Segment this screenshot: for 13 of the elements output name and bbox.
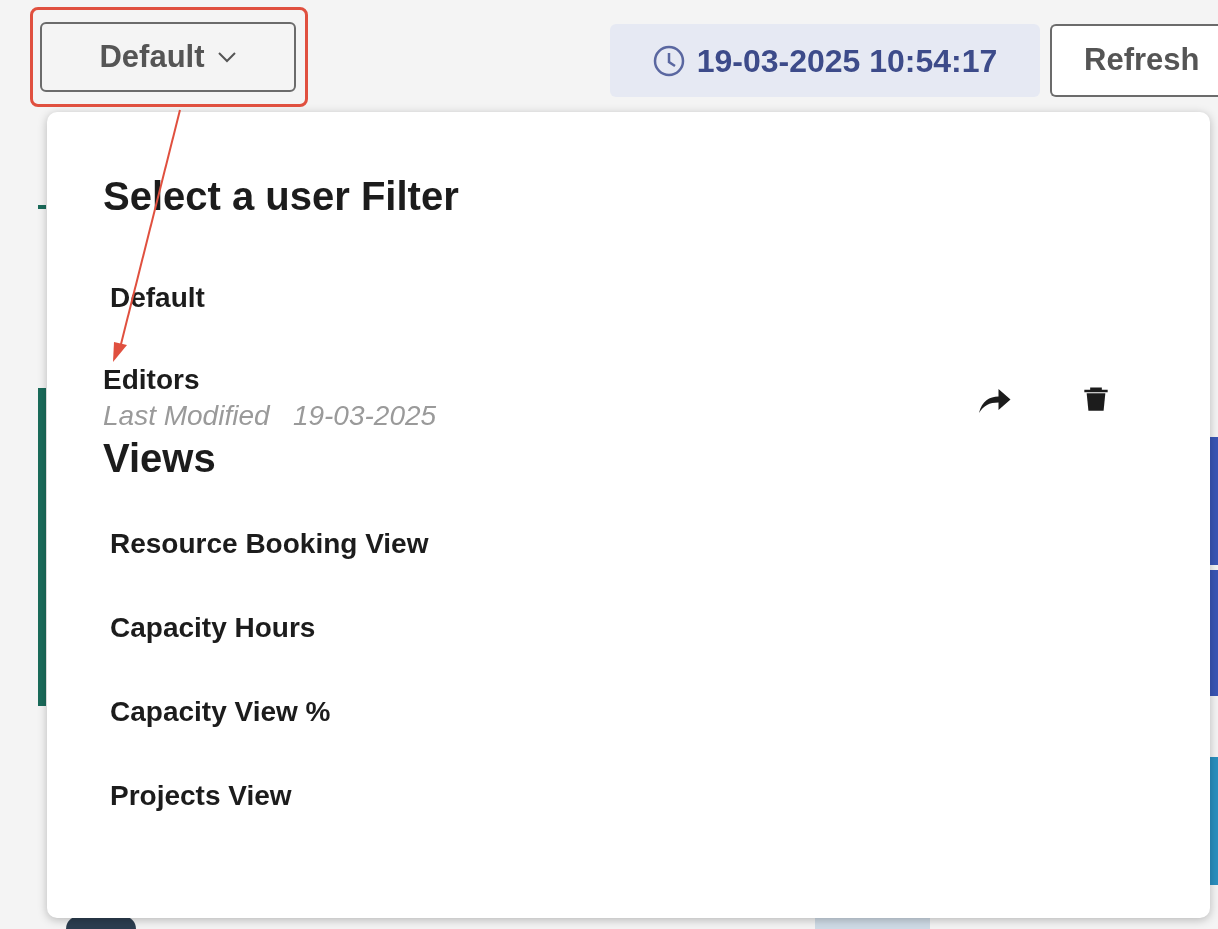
refresh-button[interactable]: Refresh bbox=[1050, 24, 1218, 97]
clock-icon bbox=[652, 44, 685, 77]
view-item[interactable]: Projects View bbox=[103, 778, 292, 814]
last-modified-text: Last Modified 19-03-2025 bbox=[103, 399, 437, 433]
timestamp-badge: 19-03-2025 10:54:17 bbox=[610, 24, 1040, 97]
view-item[interactable]: Resource Booking View bbox=[103, 526, 429, 562]
filter-dropdown-button[interactable]: Default bbox=[40, 22, 296, 92]
filter-name: Editors bbox=[103, 363, 200, 397]
view-item[interactable]: Capacity Hours bbox=[103, 610, 316, 646]
chevron-down-icon bbox=[216, 51, 237, 63]
view-item[interactable]: Capacity View % bbox=[103, 694, 331, 730]
filter-item[interactable]: Editors Last Modified 19-03-2025 bbox=[103, 362, 906, 434]
section-heading: Views bbox=[103, 435, 217, 482]
